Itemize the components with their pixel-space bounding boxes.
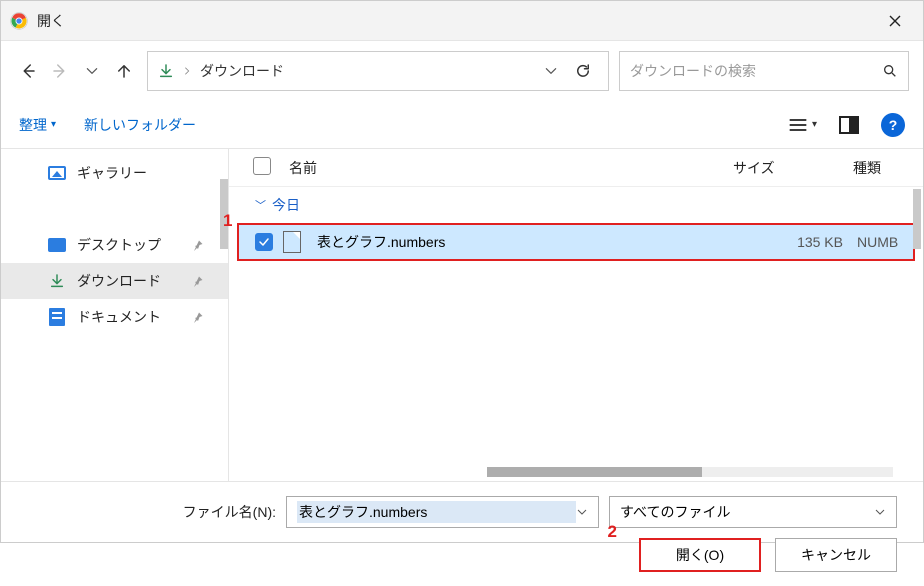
group-header[interactable]: ﹀ 今日: [229, 187, 923, 221]
list-view-icon: [788, 117, 808, 133]
refresh-button[interactable]: [574, 62, 598, 80]
filter-value: すべてのファイル: [620, 502, 874, 522]
annotation-2: 2: [608, 522, 617, 542]
open-button[interactable]: 開く(O): [639, 538, 761, 572]
titlebar: 開く: [1, 1, 923, 41]
row-checkbox[interactable]: [255, 233, 273, 251]
cancel-button[interactable]: キャンセル: [775, 538, 897, 572]
nav-recent-dropdown[interactable]: [79, 55, 105, 87]
search-box[interactable]: ダウンロードの検索: [619, 51, 909, 91]
column-type[interactable]: 種類: [853, 158, 923, 178]
view-menu[interactable]: ▾: [788, 117, 817, 133]
preview-pane-toggle[interactable]: [839, 116, 859, 134]
toolbar: 整理 ▾ 新しいフォルダー ▾ ?: [1, 101, 923, 149]
nav-buttons: [15, 55, 137, 87]
chrome-icon: [9, 11, 29, 31]
file-hscrollbar[interactable]: [487, 467, 893, 477]
desktop-icon: [47, 235, 67, 255]
cancel-label: キャンセル: [801, 545, 871, 565]
filename-input[interactable]: 表とグラフ.numbers: [286, 496, 599, 528]
chevron-down-icon[interactable]: [576, 506, 588, 518]
filename-value: 表とグラフ.numbers: [297, 501, 576, 523]
footer: ファイル名(N): 表とグラフ.numbers すべてのファイル 2 開く(O)…: [1, 481, 923, 586]
pin-icon: [192, 311, 204, 323]
file-name: 表とグラフ.numbers: [311, 232, 757, 252]
sidebar-item-downloads[interactable]: ダウンロード: [1, 263, 228, 299]
search-icon: [882, 63, 898, 79]
new-folder-button[interactable]: 新しいフォルダー: [84, 115, 196, 135]
file-pane: 名前 サイズ 種類 ﹀ 今日 1 表とグラフ.numbers 135 KB NU…: [229, 149, 923, 481]
path-current: ダウンロード: [200, 61, 536, 81]
nav-forward-button[interactable]: [47, 55, 73, 87]
main-area: ギャラリー デスクトップ ダウンロード ドキュメント: [1, 149, 923, 481]
header-checkbox[interactable]: [253, 157, 283, 178]
sidebar: ギャラリー デスクトップ ダウンロード ドキュメント: [1, 149, 229, 481]
nav-up-button[interactable]: [111, 55, 137, 87]
chevron-down-icon: [874, 506, 886, 518]
search-placeholder: ダウンロードの検索: [630, 61, 882, 81]
filename-label: ファイル名(N):: [1, 502, 276, 522]
sidebar-item-gallery[interactable]: ギャラリー: [1, 155, 228, 191]
sidebar-item-desktop[interactable]: デスクトップ: [1, 227, 228, 263]
sidebar-item-label: ダウンロード: [77, 271, 161, 291]
file-vscrollbar[interactable]: [913, 189, 921, 249]
path-dropdown-icon[interactable]: [544, 64, 558, 78]
sidebar-item-documents[interactable]: ドキュメント: [1, 299, 228, 335]
sidebar-item-label: ギャラリー: [77, 163, 147, 183]
download-icon: [47, 271, 67, 291]
gallery-icon: [47, 163, 67, 183]
download-arrow-icon: [158, 63, 174, 79]
close-button[interactable]: [875, 1, 915, 41]
open-label: 開く(O): [676, 545, 724, 565]
chevron-down-icon: ▾: [812, 119, 817, 130]
annotation-1: 1: [223, 211, 232, 231]
new-folder-label: 新しいフォルダー: [84, 117, 196, 133]
chevron-right-icon: [182, 64, 192, 78]
file-row[interactable]: 1 表とグラフ.numbers 135 KB NUMB: [237, 223, 915, 261]
pin-icon: [192, 239, 204, 251]
file-size: 135 KB: [757, 234, 857, 250]
file-list-header: 名前 サイズ 種類: [229, 149, 923, 187]
help-button[interactable]: ?: [881, 113, 905, 137]
organize-menu[interactable]: 整理 ▾: [19, 115, 56, 135]
pin-icon: [192, 275, 204, 287]
file-type: NUMB: [857, 234, 913, 250]
group-label: 今日: [272, 195, 300, 215]
organize-label: 整理: [19, 115, 47, 135]
nav-row: ダウンロード ダウンロードの検索: [1, 41, 923, 101]
file-type-filter[interactable]: すべてのファイル: [609, 496, 897, 528]
sidebar-item-label: ドキュメント: [77, 307, 161, 327]
document-icon: [47, 307, 67, 327]
window-title: 開く: [37, 11, 875, 31]
nav-back-button[interactable]: [15, 55, 41, 87]
chevron-down-icon: ﹀: [255, 197, 266, 213]
sidebar-item-label: デスクトップ: [77, 235, 161, 255]
column-size[interactable]: サイズ: [733, 158, 853, 178]
file-icon: [283, 231, 301, 253]
column-name[interactable]: 名前: [283, 158, 733, 178]
chevron-down-icon: ▾: [51, 119, 56, 130]
path-box[interactable]: ダウンロード: [147, 51, 609, 91]
